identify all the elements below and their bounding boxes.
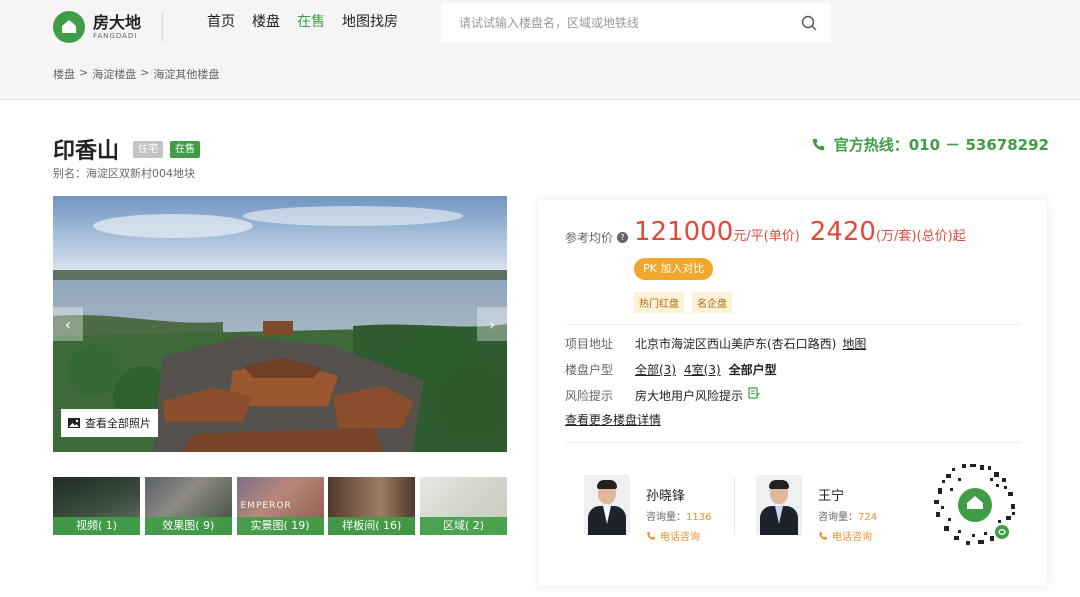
thumb-renderings[interactable]: 效果图( 9) <box>144 477 232 535</box>
risk-row: 风险提示 房大地用户风险提示 <box>565 387 760 404</box>
phone-icon <box>647 531 655 540</box>
next-photo-button[interactable]: › <box>477 307 507 341</box>
breadcrumb-separator: > <box>140 66 150 79</box>
hotline-text: 官方热线：010 － 53678292 <box>833 136 1049 154</box>
main-photo[interactable]: ‹ › 查看全部照片 <box>53 196 507 452</box>
logo-text: 房大地 <box>93 12 142 32</box>
thumb-label: 实景图( 19) <box>236 517 324 535</box>
total-price-unit: (万/套)(总价)起 <box>875 229 966 244</box>
agent-card[interactable]: 王宁 咨询量：724 电话咨询 <box>756 475 877 543</box>
breadcrumb-separator: > <box>79 66 89 79</box>
layout-row: 楼盘户型 全部(3) 4室(3) 全部户型 <box>565 361 777 378</box>
price-row: 121000 元/平(单价) 2420 (万/套)(总价)起 <box>634 217 976 247</box>
site-logo[interactable]: 房大地 FANGDADI <box>53 11 141 43</box>
agent-divider <box>734 478 735 534</box>
phone-icon <box>812 138 824 151</box>
avatar <box>584 475 630 535</box>
thumbnail-strip: 视频( 1) 效果图( 9) EMPEROR 实景图( 19) 样板间( 16)… <box>53 477 507 535</box>
thumb-real-photos[interactable]: EMPEROR 实景图( 19) <box>236 477 324 535</box>
top-header: 房大地 FANGDADI 首页 楼盘 在售 地图找房 楼盘 > 海淀楼盘 > 海… <box>0 0 1080 100</box>
thumb-label: 效果图( 9) <box>144 517 232 535</box>
thumb-area[interactable]: 区域( 2) <box>420 477 507 535</box>
unit-price: 121000 <box>634 217 734 247</box>
header-divider <box>162 12 163 42</box>
address-row: 项目地址 北京市海淀区西山美庐东(杏石口路西) 地图 <box>565 335 866 352</box>
title-row: 印香山 住宅 在售 <box>53 133 207 165</box>
layout-all-link[interactable]: 全部(3) <box>635 361 676 378</box>
main-nav: 首页 楼盘 在售 地图找房 <box>207 12 415 32</box>
breadcrumb-item-properties[interactable]: 楼盘 <box>53 66 75 82</box>
agent-name: 王宁 <box>818 489 845 504</box>
phone-icon <box>819 531 827 540</box>
badge-brand: 名企盘 <box>692 292 732 313</box>
search-icon[interactable] <box>801 15 817 31</box>
total-price: 2420 <box>809 217 876 247</box>
property-info-card: 参考均价 ? 121000 元/平(单价) 2420 (万/套)(总价)起 PK… <box>538 200 1047 586</box>
all-layouts-link[interactable]: 全部户型 <box>729 361 777 378</box>
page-title: 印香山 <box>53 139 120 164</box>
nav-map-search[interactable]: 地图找房 <box>342 12 398 32</box>
divider <box>565 324 1020 325</box>
chevron-right-icon: › <box>488 314 496 334</box>
thumb-video[interactable]: 视频( 1) <box>53 477 140 535</box>
chevron-left-icon: ‹ <box>64 314 72 334</box>
breadcrumb-item-other[interactable]: 海淀其他楼盘 <box>153 66 219 82</box>
thumb-label: 区域( 2) <box>420 517 507 535</box>
nav-properties[interactable]: 楼盘 <box>252 12 280 32</box>
thumb-showroom[interactable]: 样板间( 16) <box>328 477 416 535</box>
layout-key: 楼盘户型 <box>565 363 614 377</box>
agent-consult-count: 咨询量：1136 <box>646 512 712 523</box>
price-label: 参考均价 ? <box>565 229 629 246</box>
price-label-text: 参考均价 <box>565 231 614 245</box>
risk-key: 风险提示 <box>565 389 614 403</box>
breadcrumb-item-haidian[interactable]: 海淀楼盘 <box>92 66 136 82</box>
agent-card[interactable]: 孙晓锋 咨询量：1136 电话咨询 <box>584 475 711 543</box>
document-icon[interactable] <box>748 387 760 399</box>
type-tag: 住宅 <box>133 140 164 158</box>
add-to-compare-button[interactable]: PK 加入对比 <box>634 258 714 280</box>
agent-name: 孙晓锋 <box>646 489 686 504</box>
unit-price-unit: 元/平(单价) <box>733 229 800 244</box>
feature-badges: 热门红盘 名企盘 <box>634 292 740 313</box>
logo-subtext: FANGDADI <box>93 31 138 40</box>
thumb-label: 样板间( 16) <box>328 517 416 535</box>
qr-code-icon[interactable] <box>932 462 1018 548</box>
view-all-label: 查看全部照片 <box>85 417 151 430</box>
phone-consult-button[interactable]: 电话咨询 <box>646 528 711 543</box>
prev-photo-button[interactable]: ‹ <box>53 307 83 341</box>
view-all-photos-button[interactable]: 查看全部照片 <box>61 409 158 437</box>
hotline[interactable]: 官方热线：010 － 53678292 <box>811 134 1049 155</box>
nav-home[interactable]: 首页 <box>207 12 235 32</box>
layout-4room-link[interactable]: 4室(3) <box>684 361 721 378</box>
search-input[interactable] <box>441 3 791 42</box>
help-icon[interactable]: ? <box>617 232 629 243</box>
address-key: 项目地址 <box>565 337 614 351</box>
status-badge: 在售 <box>170 140 201 158</box>
avatar <box>756 475 802 535</box>
map-link[interactable]: 地图 <box>842 335 866 352</box>
search-box <box>441 3 831 42</box>
alias-text: 别名：海淀区双新村004地块 <box>53 167 195 180</box>
agent-consult-count: 咨询量：724 <box>818 512 878 523</box>
nav-on-sale[interactable]: 在售 <box>297 12 325 32</box>
thumb-label: 视频( 1) <box>53 517 140 535</box>
badge-hot: 热门红盘 <box>634 292 684 313</box>
risk-value[interactable]: 房大地用户风险提示 <box>635 387 743 404</box>
more-details-link[interactable]: 查看更多楼盘详情 <box>565 411 661 428</box>
thumb-overlay-text: EMPEROR <box>240 501 292 511</box>
divider <box>565 442 1020 443</box>
breadcrumb: 楼盘 > 海淀楼盘 > 海淀其他楼盘 <box>53 66 223 82</box>
address-value: 北京市海淀区西山美庐东(杏石口路西) <box>635 337 837 351</box>
phone-consult-button[interactable]: 电话咨询 <box>818 528 877 543</box>
image-icon <box>68 418 80 428</box>
logo-icon <box>53 11 85 43</box>
